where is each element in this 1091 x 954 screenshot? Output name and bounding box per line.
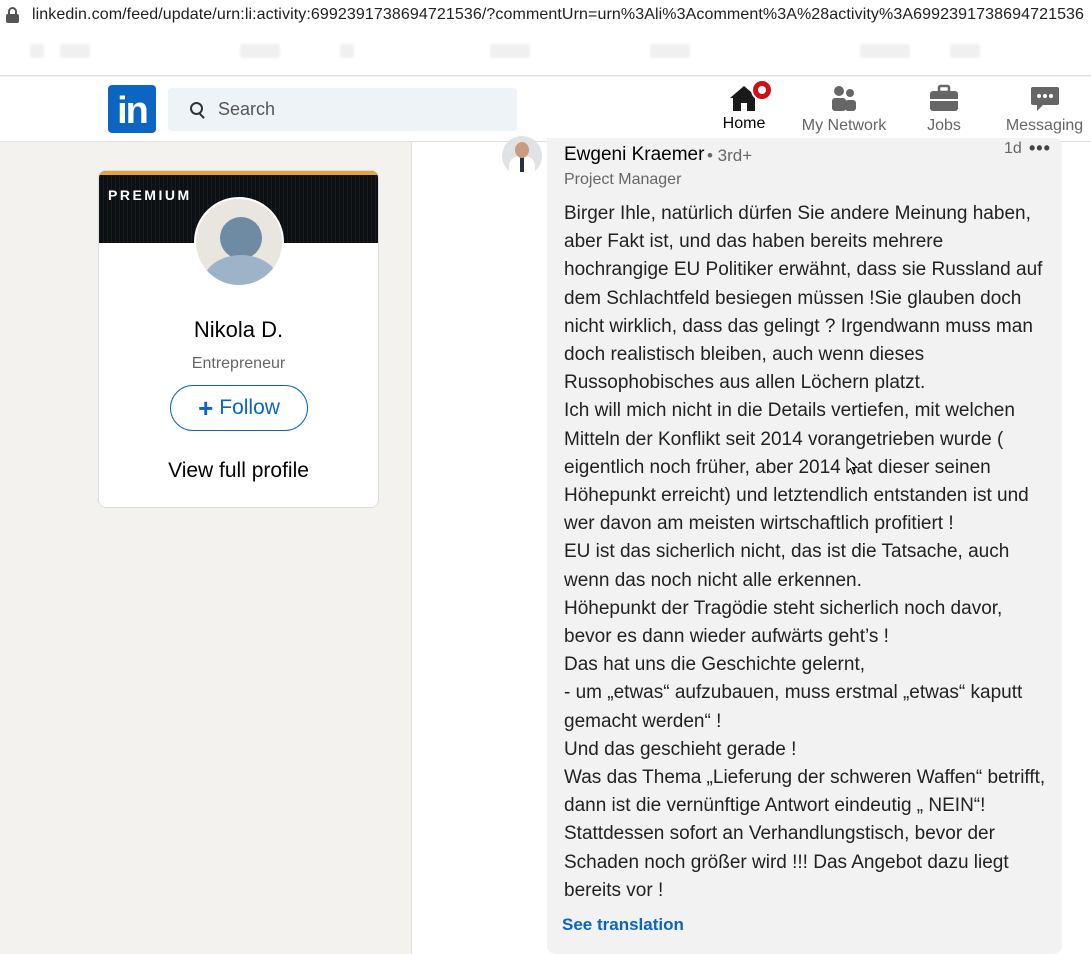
bookmark-item <box>60 44 90 58</box>
bookmark-item <box>650 44 690 58</box>
nav-my-network-label: My Network <box>801 117 887 134</box>
search-input[interactable] <box>218 99 498 120</box>
profile-name[interactable]: Nikola D. <box>99 317 378 343</box>
comment-text: Birger Ihle, natürlich dürfen Sie andere… <box>564 203 1046 901</box>
nav-jobs[interactable]: Jobs <box>904 77 984 141</box>
search-box[interactable] <box>168 88 517 131</box>
bookmark-item <box>490 44 530 58</box>
comment-timestamp: 1d <box>1004 140 1022 157</box>
commenter-name[interactable]: Ewgeni Kraemer <box>564 144 704 166</box>
nav-my-network[interactable]: My Network <box>796 77 892 141</box>
top-navigation: in Home My Network Jobs <box>0 77 1091 142</box>
premium-label: PREMIUM <box>108 187 192 203</box>
bookmark-item <box>240 44 280 58</box>
profile-card: PREMIUM Nikola D. Entrepreneur + Follow … <box>98 170 379 508</box>
nav-home[interactable]: Home <box>694 77 794 141</box>
plus-icon: + <box>198 393 214 423</box>
follow-button[interactable]: + Follow <box>170 385 308 431</box>
avatar[interactable] <box>194 197 284 287</box>
briefcase-icon <box>930 84 958 111</box>
linkedin-logo[interactable]: in <box>108 85 156 133</box>
bookmark-item <box>860 44 910 58</box>
comment-bubble: Ewgeni Kraemer • 3rd+ Project Manager 1d… <box>547 138 1062 954</box>
message-icon <box>1030 87 1059 111</box>
nav-home-label: Home <box>722 115 766 132</box>
mouse-cursor-icon <box>846 457 858 475</box>
commenter-headline: Project Manager <box>564 171 682 188</box>
nav-jobs-label: Jobs <box>927 117 961 134</box>
more-options-icon[interactable]: ••• <box>1029 138 1051 159</box>
notification-badge <box>751 79 773 101</box>
bookmark-favicon <box>340 44 354 58</box>
view-full-profile-link[interactable]: View full profile <box>99 459 378 483</box>
lock-icon <box>6 7 20 23</box>
connection-degree: • 3rd+ <box>707 146 753 165</box>
feed-column: Ewgeni Kraemer • 3rd+ Project Manager 1d… <box>411 136 1091 954</box>
nav-messaging-label: Messaging <box>1005 117 1084 134</box>
network-icon <box>832 86 856 111</box>
bookmarks-bar <box>0 30 1091 76</box>
bookmark-favicon <box>30 44 44 58</box>
search-icon <box>190 101 206 119</box>
commenter-avatar[interactable] <box>502 136 542 176</box>
browser-address-bar[interactable]: linkedin.com/feed/update/urn:li:activity… <box>0 0 1091 30</box>
bookmark-item <box>950 44 980 58</box>
profile-title: Entrepreneur <box>191 355 286 372</box>
nav-messaging[interactable]: Messaging <box>998 77 1091 141</box>
see-translation-link[interactable]: See translation <box>562 915 684 935</box>
url-text: linkedin.com/feed/update/urn:li:activity… <box>32 6 1085 23</box>
follow-label: Follow <box>219 396 280 419</box>
